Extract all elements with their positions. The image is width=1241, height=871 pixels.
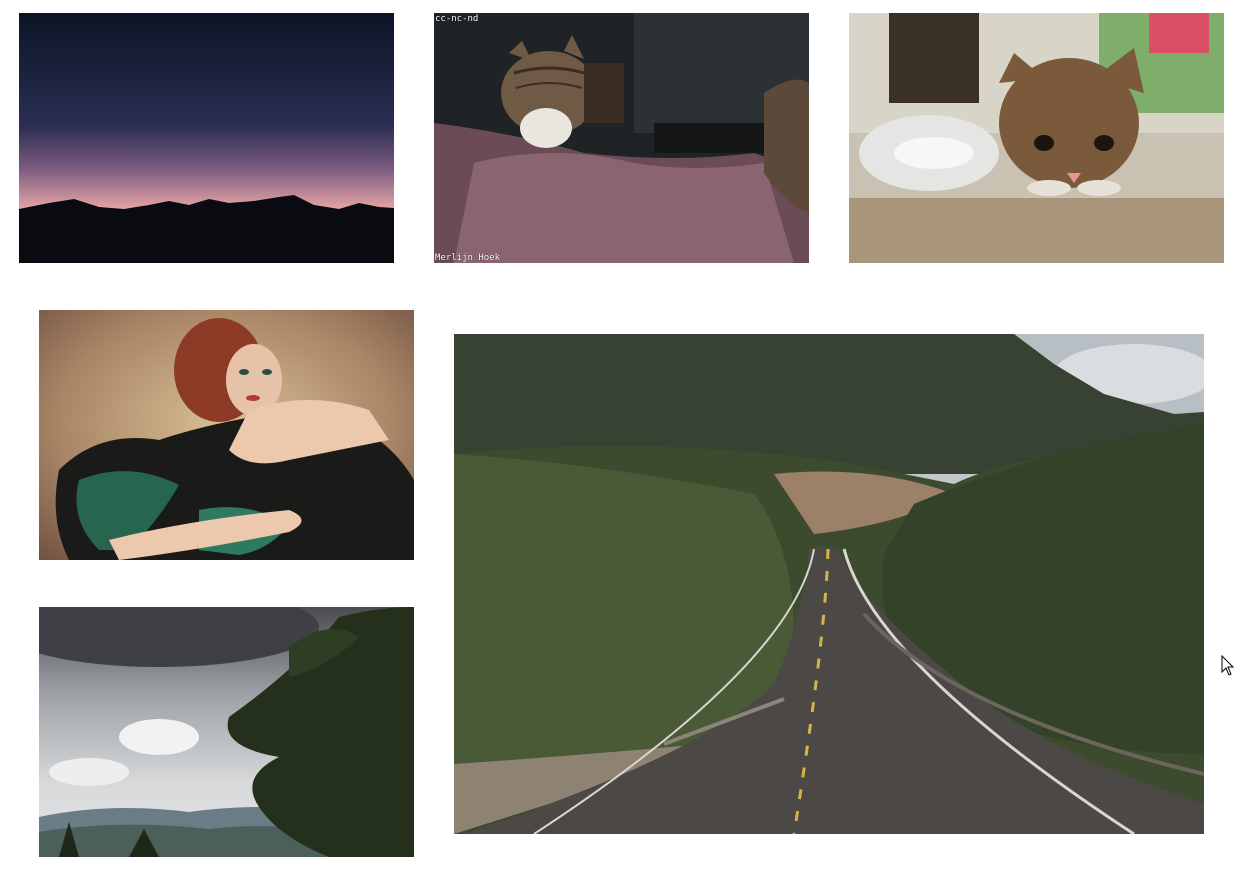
tree-image [39,607,414,857]
mountain-image [19,13,394,263]
photo-kitten[interactable] [849,13,1224,263]
photo-tabby-cat[interactable]: cc-nc-nd Merlijn Hoek [434,13,809,263]
arrow-pointer-icon [1221,655,1235,676]
woman-image [39,310,414,560]
photo-pine-tree-sky[interactable] [39,607,414,857]
license-caption: cc-nc-nd [435,14,479,24]
road-image [454,334,1204,834]
photo-mountain-road[interactable] [454,334,1204,834]
photo-woman-portrait[interactable] [39,310,414,560]
kitten-image [849,13,1224,263]
photo-mountain-silhouette[interactable] [19,13,394,263]
photographer-caption: Merlijn Hoek [435,253,501,263]
cat-image [434,13,809,263]
